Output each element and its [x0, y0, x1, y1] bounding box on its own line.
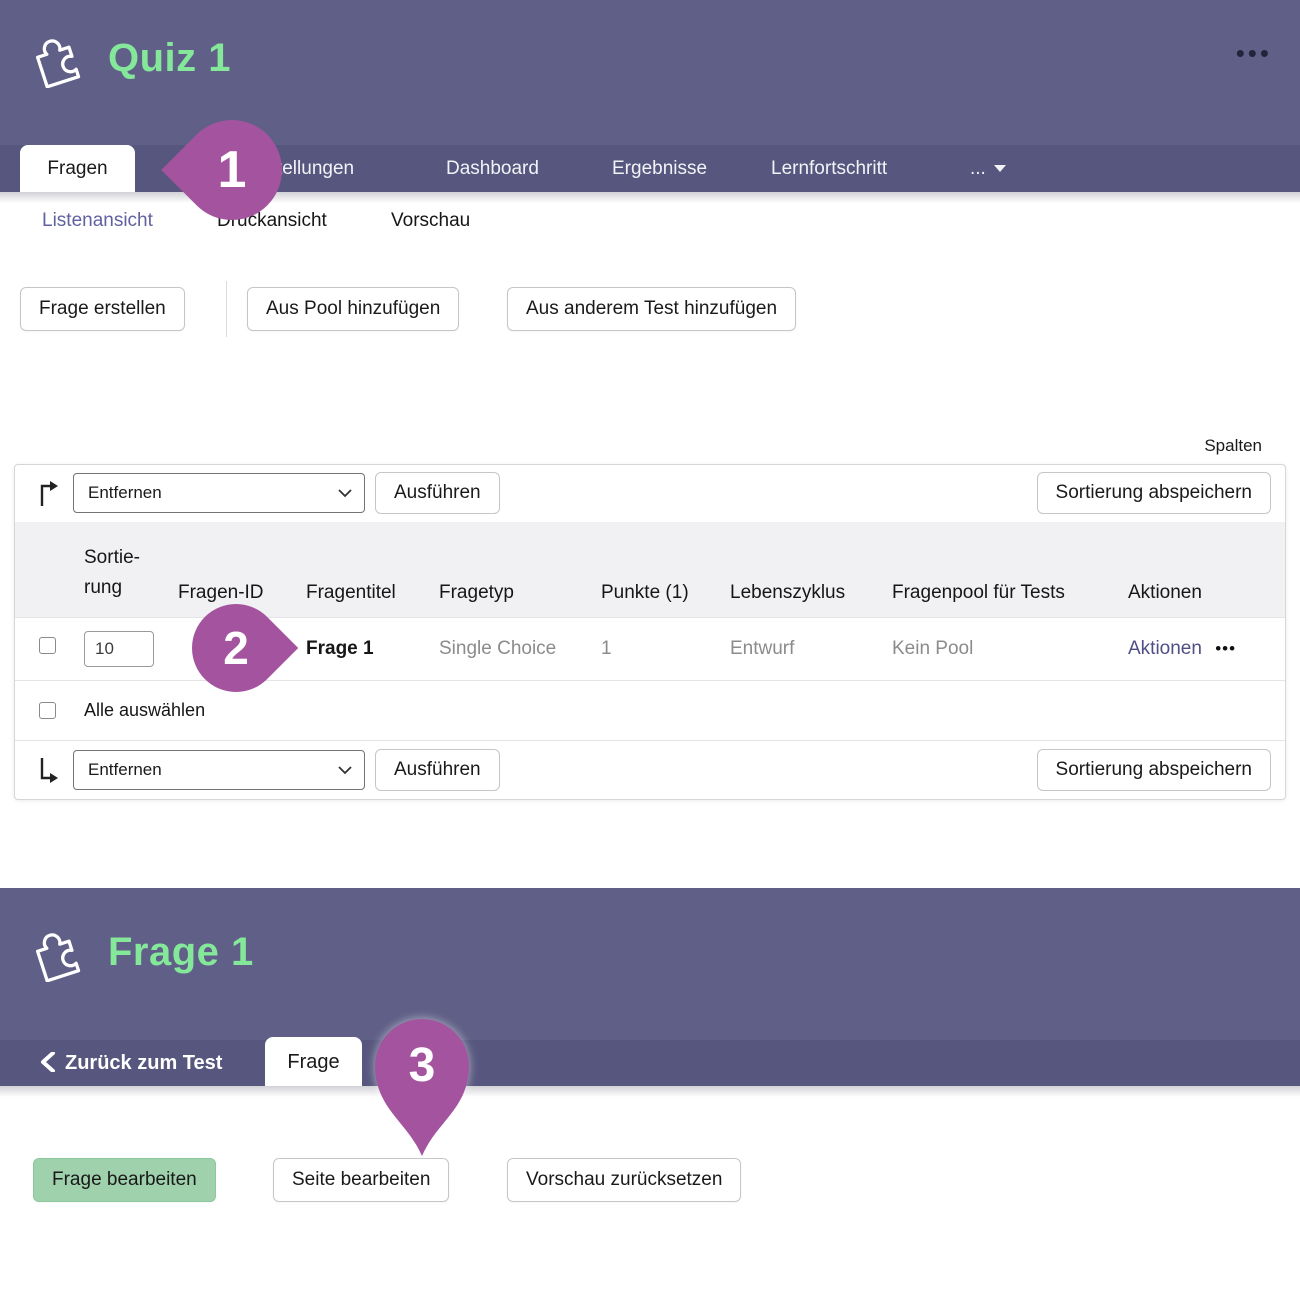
col-lebenszyklus: Lebenszyklus [730, 582, 892, 604]
table-toolbar-top: Entfernen Ausführen Sortierung abspeiche… [15, 465, 1285, 522]
bulk-action-select-bottom[interactable]: Entfernen [73, 750, 365, 790]
col-aktionen: Aktionen [1128, 582, 1287, 604]
cell-aktionen: Aktionen ••• [1128, 638, 1287, 660]
row-checkbox[interactable] [39, 637, 56, 654]
chevron-left-icon [40, 1052, 55, 1072]
page-title: Quiz 1 [108, 36, 231, 81]
table-toolbar-bottom: Entfernen Ausführen Sortierung abspeiche… [15, 740, 1285, 799]
col-fragentitel: Fragentitel [306, 582, 439, 604]
subtab-vorschau[interactable]: Vorschau [391, 210, 470, 232]
step-marker-3: 3 [372, 1036, 472, 1096]
col-punkte: Punkte (1) [601, 582, 730, 604]
cell-fragenpool: Kein Pool [892, 638, 1128, 660]
col-fragen-id: Fragen-ID [178, 582, 306, 604]
cell-fragetyp: Single Choice [439, 638, 601, 660]
chevron-down-icon [994, 165, 1006, 172]
cell-punkte: 1 [601, 638, 730, 660]
aktionen-link[interactable]: Aktionen [1128, 638, 1202, 659]
vorschau-zuruecksetzen-button[interactable]: Vorschau zurücksetzen [507, 1158, 741, 1202]
step-marker-2: 2 [192, 604, 280, 692]
ausfuehren-button-bottom[interactable]: Ausführen [375, 749, 500, 791]
col-fragenpool: Fragenpool für Tests [892, 582, 1128, 604]
frage-bearbeiten-button[interactable]: Frage bearbeiten [33, 1158, 216, 1202]
header-menu-icon[interactable]: ••• [1236, 38, 1272, 69]
cell-lebenszyklus: Entwurf [730, 638, 892, 660]
apply-to-top-arrow-icon [37, 480, 59, 507]
col-sortierung: Sortie- rung [84, 543, 178, 604]
puzzle-piece-icon [28, 920, 90, 982]
tab-dashboard[interactable]: Dashboard [446, 145, 539, 192]
select-all-checkbox[interactable] [39, 702, 56, 719]
question-header: Frage 1 [0, 888, 1300, 1040]
tab-lernfortschritt[interactable]: Lernfortschritt [771, 145, 887, 192]
question-tabbar: Zurück zum Test Frage k [0, 1040, 1300, 1086]
question-title: Frage 1 [108, 930, 254, 975]
tabbar-shadow [0, 1086, 1300, 1097]
spalten-menu[interactable]: Spalten [1204, 436, 1262, 456]
table-header-row: Sortie- rung Fragen-ID Fragentitel Frage… [15, 522, 1285, 617]
tab-ergebnisse[interactable]: Ergebnisse [612, 145, 707, 192]
subtab-listenansicht[interactable]: Listenansicht [42, 210, 153, 232]
save-sorting-button-bottom[interactable]: Sortierung abspeichern [1037, 749, 1271, 791]
step-marker-1: 1 [182, 120, 282, 220]
bulk-action-select[interactable]: Entfernen [73, 473, 365, 513]
sort-value-input[interactable] [84, 631, 154, 667]
frage-erstellen-button[interactable]: Frage erstellen [20, 287, 185, 331]
ausfuehren-button-top[interactable]: Ausführen [375, 472, 500, 514]
back-to-test-link[interactable]: Zurück zum Test [40, 1040, 222, 1086]
ilias-quiz-tutorial: Quiz 1 ••• Fragen Einstellungen Dashboar… [0, 0, 1300, 1300]
aus-anderem-test-button[interactable]: Aus anderem Test hinzufügen [507, 287, 796, 331]
save-sorting-button-top[interactable]: Sortierung abspeichern [1037, 472, 1271, 514]
chevron-down-icon [338, 489, 352, 498]
tab-more[interactable]: ... [970, 145, 1006, 192]
apply-to-bottom-arrow-icon [37, 757, 59, 784]
puzzle-piece-icon [28, 26, 90, 88]
col-fragetyp: Fragetyp [439, 582, 601, 604]
aktionen-dots-icon[interactable]: ••• [1215, 639, 1236, 658]
aus-pool-button[interactable]: Aus Pool hinzufügen [247, 287, 459, 331]
select-all-label: Alle auswählen [84, 700, 205, 721]
seite-bearbeiten-button[interactable]: Seite bearbeiten [273, 1158, 449, 1202]
cell-fragentitel: Frage 1 [306, 638, 439, 660]
button-divider [226, 281, 227, 337]
chevron-down-icon [338, 766, 352, 775]
